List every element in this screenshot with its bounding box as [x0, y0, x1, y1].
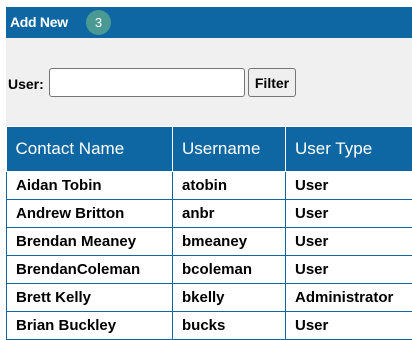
table-row[interactable]: Brian Buckley bucks User: [7, 311, 412, 339]
user-type-cell: User: [286, 255, 412, 283]
table-row[interactable]: Brett Kelly bkelly Administrator: [7, 283, 412, 311]
column-header-user-type[interactable]: User Type: [286, 127, 412, 171]
contact-name-cell[interactable]: Aidan Tobin: [7, 171, 173, 199]
table-row[interactable]: BrendanColeman bcoleman User: [7, 255, 412, 283]
header-bar: Add New 3: [6, 7, 412, 38]
user-type-cell: Administrator: [286, 283, 412, 311]
add-new-link[interactable]: Add New: [10, 14, 68, 30]
contact-name-cell[interactable]: Brett Kelly: [7, 283, 173, 311]
filter-button[interactable]: Filter: [248, 68, 296, 97]
column-header-contact-name[interactable]: Contact Name: [7, 127, 173, 171]
user-type-cell: User: [286, 171, 412, 199]
username-cell: bucks: [173, 311, 286, 339]
users-table: Contact Name Username User Type Aidan To…: [6, 127, 412, 340]
table-header-row: Contact Name Username User Type: [7, 127, 412, 171]
column-header-username[interactable]: Username: [173, 127, 286, 171]
user-type-cell: User: [286, 311, 412, 339]
username-cell: bkelly: [173, 283, 286, 311]
user-filter-input[interactable]: [49, 68, 245, 97]
user-filter-label: User:: [8, 76, 44, 92]
username-cell: anbr: [173, 199, 286, 227]
contact-name-cell[interactable]: Andrew Britton: [7, 199, 173, 227]
table-row[interactable]: Aidan Tobin atobin User: [7, 171, 412, 199]
filter-panel: User: Filter: [6, 38, 412, 126]
user-type-cell: User: [286, 199, 412, 227]
contact-name-cell[interactable]: Brendan Meaney: [7, 227, 173, 255]
count-badge: 3: [86, 10, 111, 35]
username-cell: bmeaney: [173, 227, 286, 255]
table-row[interactable]: Andrew Britton anbr User: [7, 199, 412, 227]
contact-name-cell[interactable]: BrendanColeman: [7, 255, 173, 283]
username-cell: bcoleman: [173, 255, 286, 283]
table-row[interactable]: Brendan Meaney bmeaney User: [7, 227, 412, 255]
contact-name-cell[interactable]: Brian Buckley: [7, 311, 173, 339]
user-type-cell: User: [286, 227, 412, 255]
username-cell: atobin: [173, 171, 286, 199]
